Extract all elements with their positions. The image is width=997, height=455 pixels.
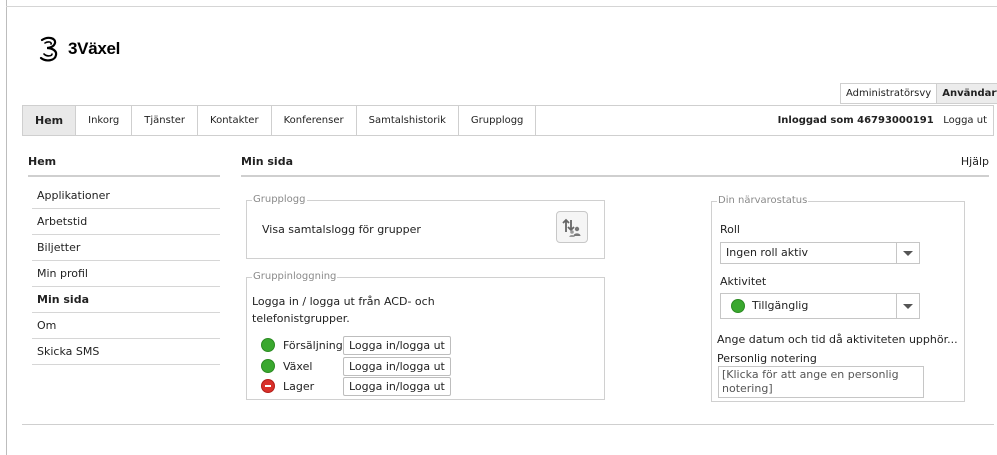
- presence-legend: Din närvarostatus: [717, 195, 809, 206]
- tab-inkorg[interactable]: Inkorg: [76, 106, 133, 135]
- role-select-value: Ingen roll aktiv: [726, 246, 809, 259]
- group-login-toggle-button[interactable]: Logga in/logga ut: [343, 335, 451, 355]
- group-login-toggle-button[interactable]: Logga in/logga ut: [343, 376, 451, 396]
- tab-samtalshistorik[interactable]: Samtalshistorik: [357, 106, 459, 135]
- sidebar-item-min-sida[interactable]: Min sida: [32, 287, 220, 313]
- footer-divider: [22, 424, 994, 425]
- sidebar-item-biljetter[interactable]: Biljetter: [32, 235, 220, 261]
- group-name: Växel: [283, 359, 313, 373]
- personal-note-label: Personlig notering: [717, 352, 817, 365]
- sidebar-item-applikationer[interactable]: Applikationer: [32, 183, 220, 209]
- logged-in-user: Inloggad som 46793000191: [777, 115, 934, 126]
- top-navigation: Hem Inkorg Tjänster Kontakter Konferense…: [22, 105, 994, 136]
- gruppinloggning-legend: Gruppinloggning: [252, 271, 338, 282]
- brand-logo: 3Växel: [38, 36, 120, 62]
- group-log-icon: [562, 218, 581, 237]
- window-frame-top: [6, 6, 997, 7]
- personal-note-field[interactable]: [Klicka för att ange en personlig noteri…: [718, 366, 924, 398]
- sidebar-heading: Hem: [28, 155, 220, 177]
- grupplogg-panel: Grupplogg Visa samtalslogg för grupper: [246, 194, 605, 259]
- activity-value-text: Tillgänglig: [752, 299, 809, 312]
- grupplogg-legend: Grupplogg: [252, 194, 307, 205]
- page-title-bar: Min sida Hjälp: [241, 155, 989, 177]
- activity-end-time-link[interactable]: Ange datum och tid då aktiviteten upphör…: [717, 333, 958, 346]
- status-available-icon: [261, 338, 275, 352]
- group-row-vaxel: Växel Logga in/logga ut: [261, 356, 451, 376]
- chevron-down-icon[interactable]: [896, 294, 919, 318]
- chevron-down-icon[interactable]: [896, 243, 919, 263]
- tab-grupplogg[interactable]: Grupplogg: [459, 106, 537, 135]
- user-view-tab[interactable]: Användarvy: [937, 83, 997, 104]
- group-log-button[interactable]: [556, 211, 588, 243]
- status-unavailable-icon: [261, 379, 275, 393]
- login-info: Inloggad som 46793000191 Logga ut: [778, 106, 987, 135]
- role-select[interactable]: Ingen roll aktiv: [720, 242, 920, 264]
- activity-select[interactable]: Tillgänglig: [720, 293, 920, 319]
- presence-panel: Din närvarostatus Roll Ingen roll aktiv …: [711, 195, 965, 402]
- grupplogg-text: Visa samtalslogg för grupper: [262, 223, 421, 236]
- group-row-lager: Lager Logga in/logga ut: [261, 376, 451, 396]
- sidebar-item-min-profil[interactable]: Min profil: [32, 261, 220, 287]
- gruppinloggning-panel: Gruppinloggning Logga in / logga ut från…: [246, 271, 605, 400]
- tab-tjanster[interactable]: Tjänster: [132, 106, 199, 135]
- activity-select-value: Tillgänglig: [726, 294, 808, 318]
- admin-view-tab[interactable]: Administratörsvy: [840, 83, 938, 104]
- sidebar-item-arbetstid[interactable]: Arbetstid: [32, 209, 220, 235]
- activity-label: Aktivitet: [720, 275, 767, 288]
- role-label: Roll: [720, 223, 740, 236]
- sidebar-item-skicka-sms[interactable]: Skicka SMS: [32, 339, 220, 365]
- page-title: Min sida: [241, 155, 293, 168]
- status-available-icon: [261, 359, 275, 373]
- brand-name: 3Växel: [68, 39, 121, 58]
- status-available-icon: [731, 299, 745, 313]
- three-logo-icon: [39, 36, 58, 62]
- sidebar-item-om[interactable]: Om: [32, 313, 220, 339]
- tab-hem[interactable]: Hem: [23, 106, 77, 135]
- logout-link[interactable]: Logga ut: [943, 115, 987, 126]
- window-frame-left: [6, 0, 7, 455]
- group-login-toggle-button[interactable]: Logga in/logga ut: [343, 356, 451, 376]
- help-link[interactable]: Hjälp: [961, 155, 989, 168]
- gruppinloggning-description: Logga in / logga ut från ACD- och telefo…: [252, 295, 435, 325]
- sidebar-menu: Applikationer Arbetstid Biljetter Min pr…: [32, 183, 220, 365]
- view-switch: Administratörsvy Användarvy: [840, 83, 997, 104]
- tab-konferenser[interactable]: Konferenser: [272, 106, 357, 135]
- group-name: Försäljning: [283, 338, 343, 352]
- tab-kontakter[interactable]: Kontakter: [198, 106, 272, 135]
- group-row-forsaljning: Försäljning Logga in/logga ut: [261, 335, 451, 355]
- group-name: Lager: [283, 379, 315, 393]
